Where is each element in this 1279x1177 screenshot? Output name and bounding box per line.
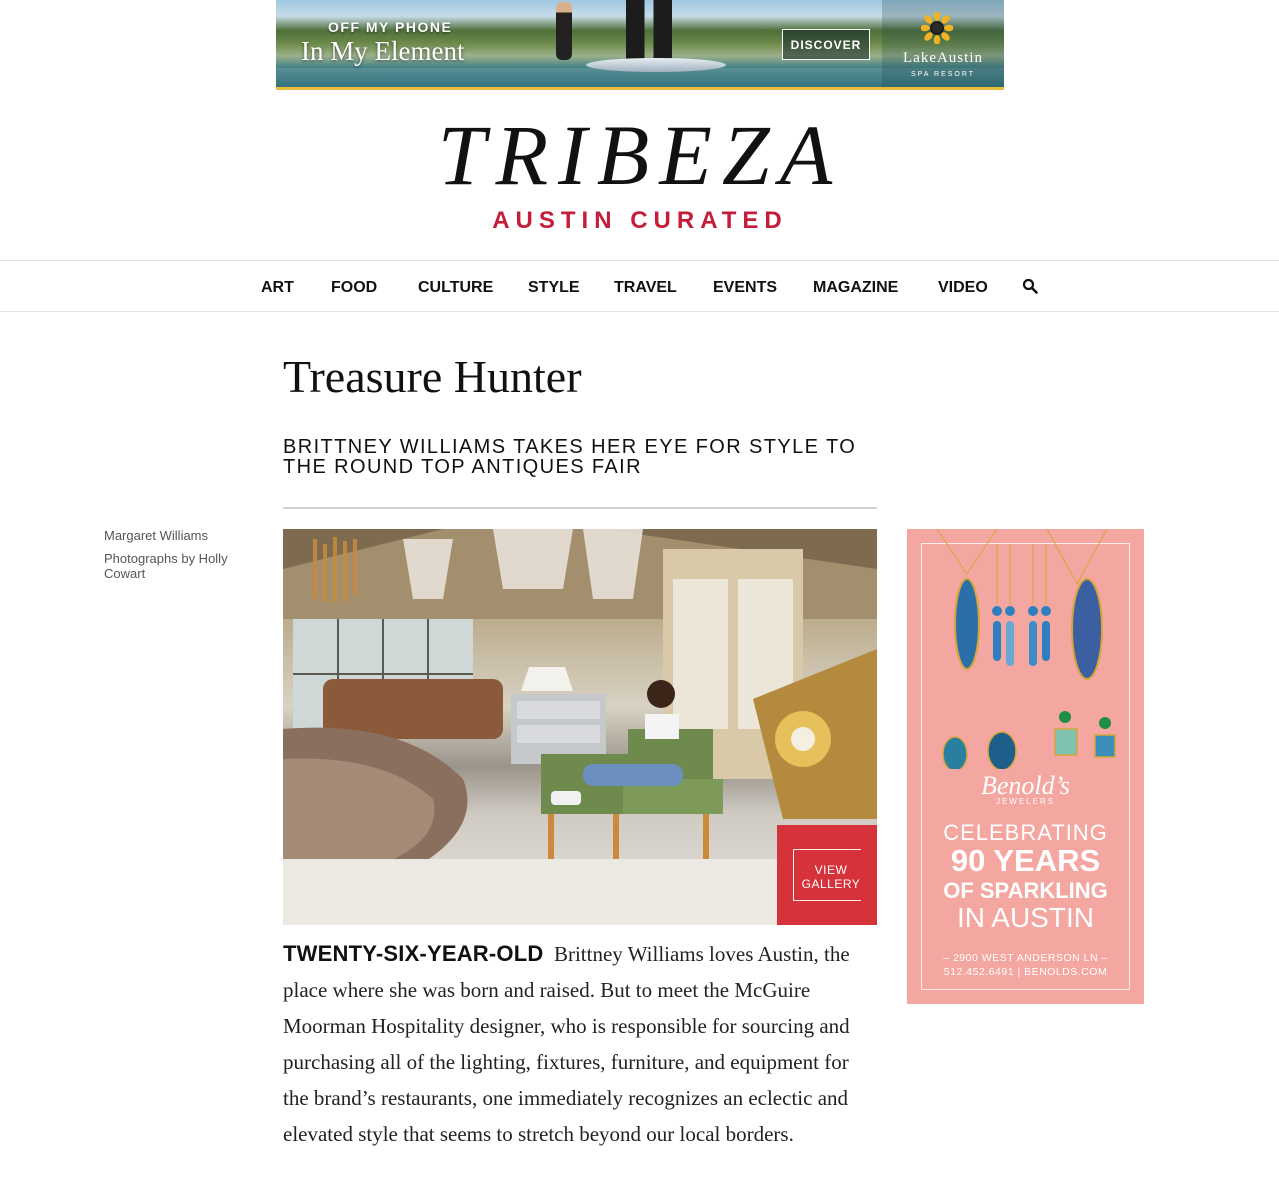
view-gallery-button[interactable]: VIEW GALLERY	[777, 825, 877, 925]
body-paragraph: Brittney Williams loves Austin, the plac…	[283, 942, 850, 1146]
jewelry-illustration	[936, 529, 1116, 769]
side-ad[interactable]: Benold’s JEWELERS CELEBRATING 90 YEARS O…	[907, 529, 1144, 1004]
photo-credit: Photographs by Holly Cowart	[104, 551, 228, 581]
gallery-label: VIEW GALLERY	[797, 863, 865, 891]
ad-paddleboard	[586, 58, 726, 72]
ad-paddler-figure	[556, 2, 572, 60]
top-banner-ad[interactable]: OFF MY PHONE In My Element DISCOVER Lake…	[276, 0, 1004, 90]
author-link[interactable]: Margaret Williams	[104, 528, 208, 543]
article-body: TWENTY-SIX-YEAR-OLD Brittney Williams lo…	[283, 936, 877, 1152]
opal-pendant-right	[1071, 578, 1103, 680]
ad-contact-line: 512.452.6491 | BENOLDS.COM	[943, 966, 1108, 978]
nav-item-travel[interactable]: TRAVEL	[614, 279, 677, 297]
ad-brand-name: LakeAustin	[903, 50, 983, 66]
nav-item-style[interactable]: STYLE	[528, 279, 580, 297]
site-tagline: AUSTIN CURATED	[492, 207, 788, 234]
nav-item-art[interactable]: ART	[261, 279, 294, 297]
search-icon[interactable]	[1022, 278, 1038, 294]
gallery-label-line2: GALLERY	[801, 877, 861, 891]
ad-eyebrow: OFF MY PHONE	[328, 19, 453, 35]
ad-brand-jewelers: JEWELERS	[995, 797, 1056, 806]
ad-paddler-legs	[626, 0, 672, 64]
nav-item-food[interactable]: FOOD	[331, 279, 377, 297]
article-title: Treasure Hunter	[283, 351, 582, 402]
sun-icon	[921, 12, 953, 44]
header-divider	[283, 507, 877, 509]
opal-pendant-left	[954, 578, 980, 670]
site-logo[interactable]: TRIBEZA	[360, 112, 920, 198]
nav-item-events[interactable]: EVENTS	[713, 279, 777, 297]
article-subtitle: BRITTNEY WILLIAMS TAKES HER EYE FOR STYL…	[283, 436, 857, 478]
nav-item-culture[interactable]: CULTURE	[418, 279, 493, 297]
ad-address-line: – 2900 WEST ANDERSON LN –	[943, 952, 1108, 964]
nav-item-magazine[interactable]: MAGAZINE	[813, 279, 898, 297]
ad-accent-line	[276, 87, 1004, 90]
ad-address: – 2900 WEST ANDERSON LN – 512.452.6491 |…	[907, 951, 1144, 979]
lead-in: TWENTY-SIX-YEAR-OLD	[283, 941, 544, 966]
nav-item-video[interactable]: VIDEO	[938, 279, 988, 297]
ad-headline: In My Element	[301, 36, 465, 66]
ad-line-2: 90 YEARS	[950, 843, 1101, 878]
ad-line-3: OF SPARKLING	[943, 878, 1108, 903]
ad-brand-sub: SPA RESORT	[910, 71, 976, 78]
ad-line-4: IN AUSTIN	[957, 902, 1094, 933]
main-nav: ART FOOD CULTURE STYLE TRAVEL EVENTS MAG…	[0, 260, 1279, 312]
discover-button[interactable]: DISCOVER	[782, 29, 870, 60]
gallery-label-line1: VIEW	[814, 863, 848, 877]
